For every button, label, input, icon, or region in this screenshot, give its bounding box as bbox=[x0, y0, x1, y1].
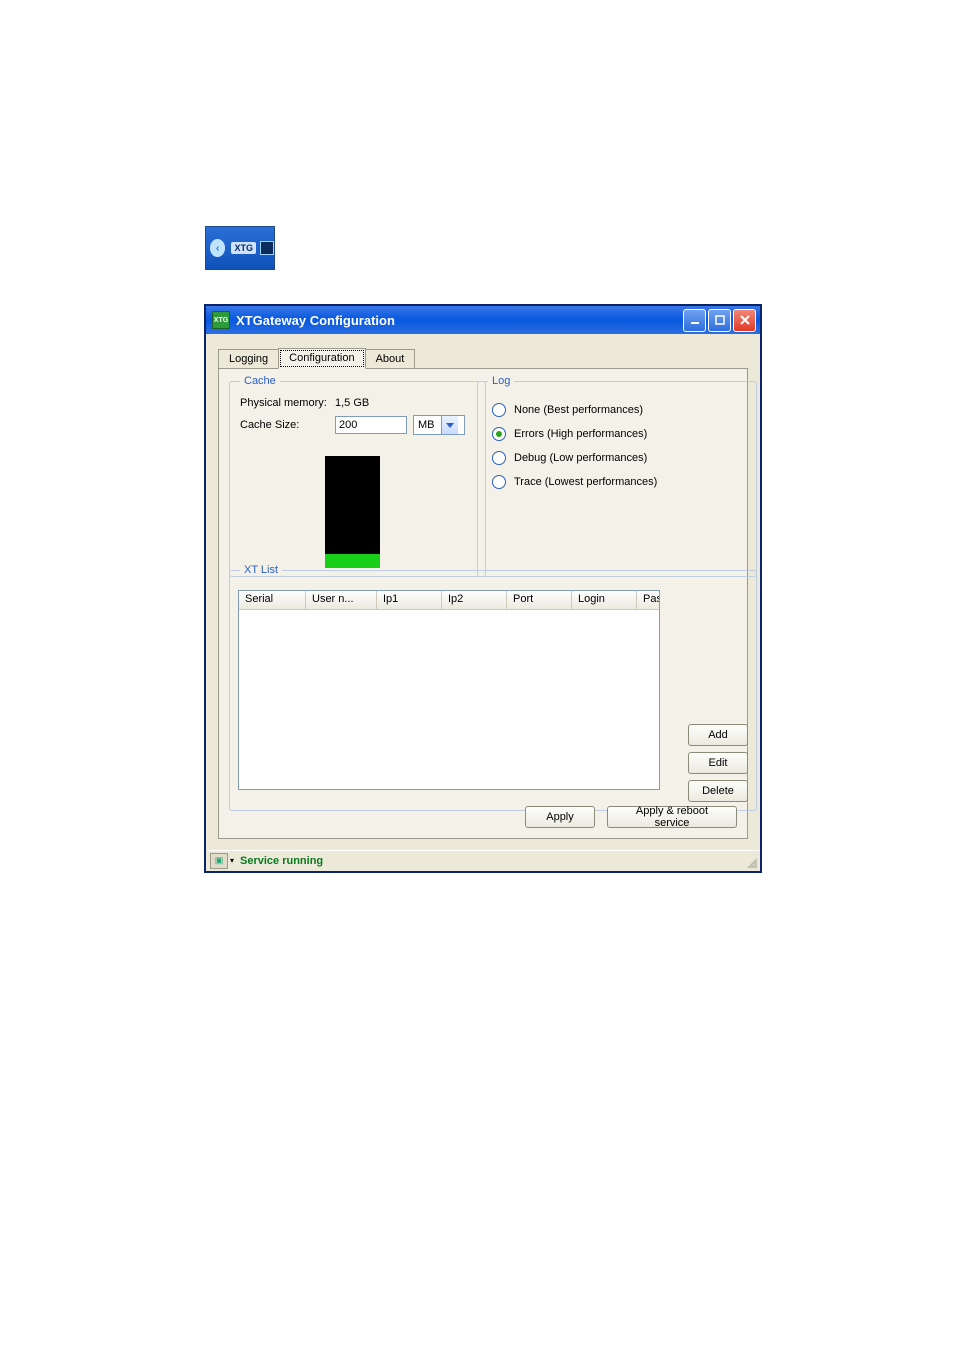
apply-button[interactable]: Apply bbox=[525, 806, 595, 828]
close-icon bbox=[740, 315, 750, 325]
app-icon: XTG bbox=[212, 311, 230, 329]
col-password[interactable]: Passw... bbox=[637, 591, 659, 609]
delete-button[interactable]: Delete bbox=[688, 780, 748, 802]
col-ip1[interactable]: Ip1 bbox=[377, 591, 442, 609]
radio-log-errors[interactable]: Errors (High performances) bbox=[492, 427, 746, 441]
add-button[interactable]: Add bbox=[688, 724, 748, 746]
window-xtgateway-config: XTG XTGateway Configuration Logging Conf… bbox=[205, 305, 761, 872]
statusbar: ▣ ▾ Service running bbox=[207, 850, 759, 870]
radio-log-none-label: None (Best performances) bbox=[514, 404, 643, 416]
chevron-left-icon: ‹ bbox=[210, 239, 225, 257]
col-serial[interactable]: Serial bbox=[239, 591, 306, 609]
resize-grip-icon[interactable] bbox=[743, 854, 757, 868]
tab-configuration[interactable]: Configuration bbox=[278, 348, 365, 369]
col-port[interactable]: Port bbox=[507, 591, 572, 609]
radio-log-none[interactable]: None (Best performances) bbox=[492, 403, 746, 417]
radio-log-debug[interactable]: Debug (Low performances) bbox=[492, 451, 746, 465]
combo-cache-unit[interactable]: MB bbox=[413, 415, 465, 435]
col-username[interactable]: User n... bbox=[306, 591, 377, 609]
group-log-legend: Log bbox=[488, 375, 514, 387]
radio-icon bbox=[492, 403, 506, 417]
radio-log-debug-label: Debug (Low performances) bbox=[514, 452, 647, 464]
apply-reboot-button[interactable]: Apply & reboot service bbox=[607, 806, 737, 828]
input-cache-size[interactable] bbox=[335, 416, 407, 434]
xt-listview[interactable]: Serial User n... Ip1 Ip2 Port Login Pass… bbox=[238, 590, 660, 790]
xt-list-header: Serial User n... Ip1 Ip2 Port Login Pass… bbox=[239, 591, 659, 610]
radio-icon bbox=[492, 451, 506, 465]
col-ip2[interactable]: Ip2 bbox=[442, 591, 507, 609]
radio-icon bbox=[492, 475, 506, 489]
tabs: Logging Configuration About bbox=[218, 346, 414, 368]
minimize-button[interactable] bbox=[683, 309, 706, 332]
radio-log-trace-label: Trace (Lowest performances) bbox=[514, 476, 657, 488]
col-login[interactable]: Login bbox=[572, 591, 637, 609]
group-cache-legend: Cache bbox=[240, 375, 280, 387]
edit-button[interactable]: Edit bbox=[688, 752, 748, 774]
combo-cache-unit-value: MB bbox=[414, 419, 441, 431]
close-button[interactable] bbox=[733, 309, 756, 332]
tab-about[interactable]: About bbox=[365, 349, 416, 369]
chevron-down-icon[interactable] bbox=[441, 416, 458, 434]
label-physical-memory: Physical memory: bbox=[240, 397, 335, 409]
radio-icon bbox=[492, 427, 506, 441]
status-text: Service running bbox=[240, 855, 323, 867]
monitor-icon bbox=[260, 241, 274, 255]
window-title: XTGateway Configuration bbox=[236, 313, 683, 328]
group-log: Log None (Best performances) Errors (Hig… bbox=[477, 375, 757, 577]
maximize-button[interactable] bbox=[708, 309, 731, 332]
systray-xtg-icon: ‹ XTG bbox=[205, 226, 275, 270]
radio-log-trace[interactable]: Trace (Lowest performances) bbox=[492, 475, 746, 489]
tab-logging[interactable]: Logging bbox=[218, 349, 279, 369]
cache-gauge bbox=[325, 456, 380, 568]
titlebar[interactable]: XTG XTGateway Configuration bbox=[206, 306, 760, 335]
group-xtlist-legend: XT List bbox=[240, 564, 282, 576]
group-xtlist: XT List Serial User n... Ip1 Ip2 Port Lo… bbox=[229, 564, 757, 811]
tabpanel-configuration: Cache Physical memory: 1,5 GB Cache Size… bbox=[218, 368, 748, 839]
chevron-down-icon[interactable]: ▾ bbox=[230, 856, 234, 865]
service-status-icon[interactable]: ▣ bbox=[210, 853, 228, 869]
group-cache: Cache Physical memory: 1,5 GB Cache Size… bbox=[229, 375, 486, 577]
radio-log-errors-label: Errors (High performances) bbox=[514, 428, 647, 440]
minimize-icon bbox=[690, 315, 700, 325]
value-physical-memory: 1,5 GB bbox=[335, 397, 369, 409]
label-cache-size: Cache Size: bbox=[240, 419, 335, 431]
systray-label: XTG bbox=[231, 242, 256, 254]
maximize-icon bbox=[715, 315, 725, 325]
